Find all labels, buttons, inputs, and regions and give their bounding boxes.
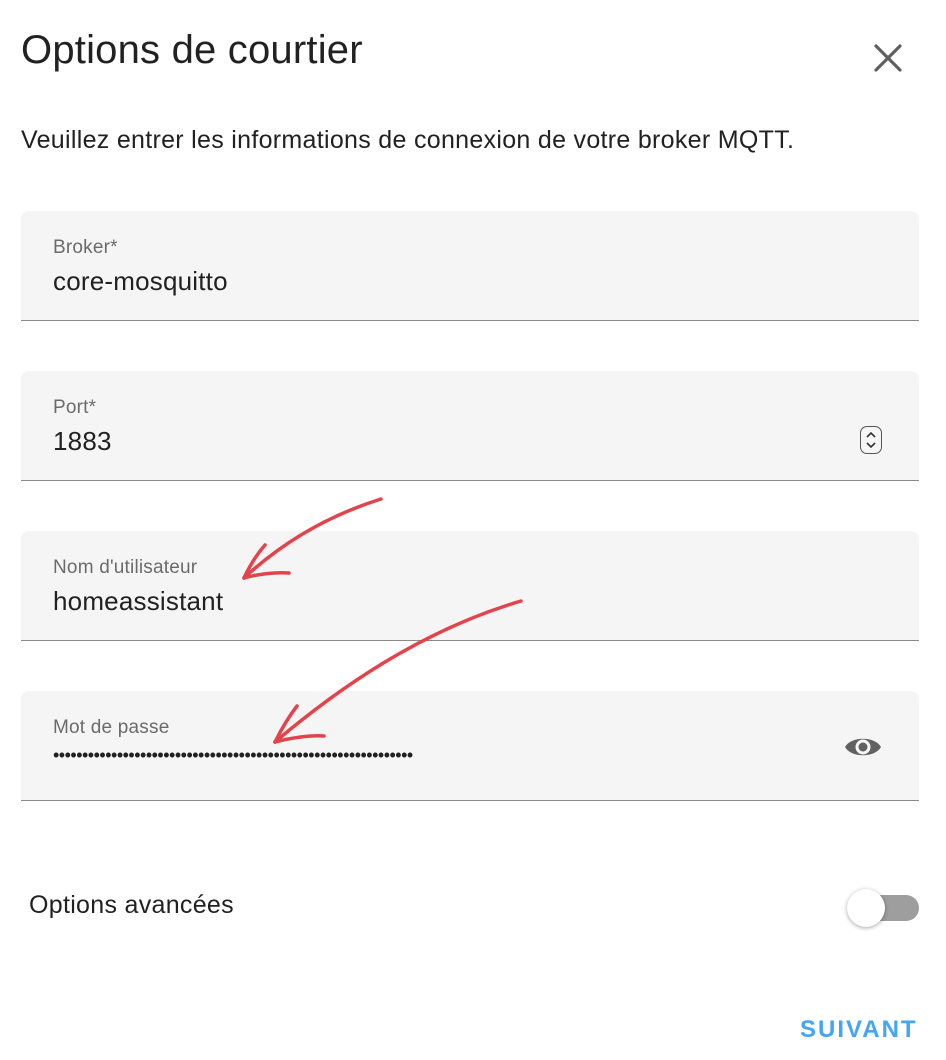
toggle-password-visibility-button[interactable] bbox=[843, 731, 883, 763]
toggle-knob[interactable] bbox=[847, 889, 885, 927]
close-button[interactable] bbox=[866, 38, 910, 82]
username-field[interactable]: Nom d'utilisateur homeassistant bbox=[21, 531, 919, 641]
number-stepper-icon bbox=[865, 431, 876, 448]
username-label: Nom d'utilisateur bbox=[53, 557, 198, 578]
port-label: Port* bbox=[53, 397, 97, 418]
broker-label: Broker* bbox=[53, 237, 118, 258]
password-field[interactable]: Mot de passe •••••••••••••••••••••••••••… bbox=[21, 691, 919, 801]
username-input[interactable]: homeassistant bbox=[53, 586, 223, 617]
password-label: Mot de passe bbox=[53, 717, 170, 738]
dialog-title: Options de courtier bbox=[21, 28, 363, 72]
broker-field[interactable]: Broker* core-mosquitto bbox=[21, 211, 919, 321]
advanced-options-label: Options avancées bbox=[29, 891, 234, 919]
port-input[interactable]: 1883 bbox=[53, 426, 112, 457]
eye-icon bbox=[845, 738, 881, 756]
port-stepper[interactable] bbox=[860, 426, 882, 454]
close-icon bbox=[874, 44, 902, 72]
password-input[interactable]: ••••••••••••••••••••••••••••••••••••••••… bbox=[53, 745, 693, 766]
dialog-description: Veuillez entrer les informations de conn… bbox=[21, 126, 795, 154]
next-button[interactable]: SUIVANT bbox=[800, 1016, 918, 1044]
port-field[interactable]: Port* 1883 bbox=[21, 371, 919, 481]
broker-input[interactable]: core-mosquitto bbox=[53, 266, 228, 297]
